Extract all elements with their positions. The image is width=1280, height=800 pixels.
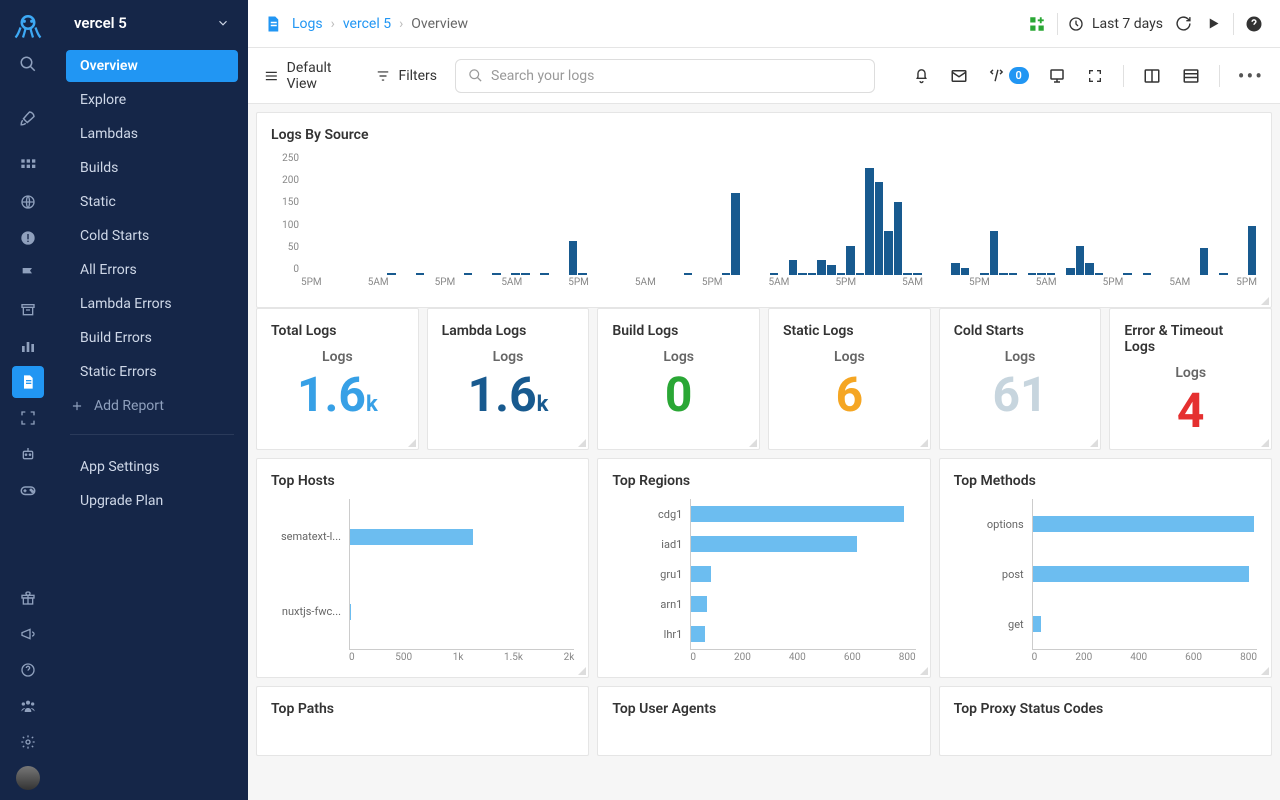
gift-icon[interactable] <box>12 582 44 614</box>
rocket-icon[interactable] <box>12 102 44 134</box>
search-icon[interactable] <box>12 48 44 80</box>
sidebar-item-build-errors[interactable]: Build Errors <box>66 322 238 354</box>
list-icon[interactable] <box>1181 65 1201 87</box>
kpi-build-logs: Build LogsLogs0 <box>597 308 760 450</box>
add-widget-icon[interactable] <box>1027 14 1047 34</box>
dashboard-content: Logs By Source 250200150100500 5PM5AM5PM… <box>248 104 1280 800</box>
alert-icon[interactable] <box>12 222 44 254</box>
fullscreen-icon[interactable] <box>12 402 44 434</box>
menu-icon <box>264 68 279 84</box>
globe-icon[interactable] <box>12 186 44 218</box>
flag-icon[interactable] <box>12 258 44 290</box>
topbar: Logs › vercel 5 › Overview Last 7 days <box>248 0 1280 48</box>
panel-top-user-agents: Top User Agents <box>597 686 930 756</box>
mail-icon[interactable] <box>949 65 969 87</box>
grid-icon[interactable] <box>12 150 44 182</box>
plus-icon <box>70 399 84 413</box>
sidebar-item-overview[interactable]: Overview <box>66 50 238 82</box>
refresh-icon[interactable] <box>1173 14 1193 34</box>
filter-icon <box>376 69 390 83</box>
more-icon[interactable]: ••• <box>1238 64 1264 88</box>
panel-top-regions: Top Regions cdg1iad1gru1arn1lhr102004006… <box>597 458 930 678</box>
crumb-project[interactable]: vercel 5 <box>343 16 391 32</box>
sidebar-item-lambda-errors[interactable]: Lambda Errors <box>66 288 238 320</box>
gear-icon[interactable] <box>12 726 44 758</box>
icon-sidebar <box>0 0 56 800</box>
panel-top-hosts: Top Hosts sematext-l...nuxtjs-fwc...0500… <box>256 458 589 678</box>
sidebar-item-explore[interactable]: Explore <box>66 84 238 116</box>
sidebar-item-static-errors[interactable]: Static Errors <box>66 356 238 388</box>
sidebar-item-upgrade-plan[interactable]: Upgrade Plan <box>66 485 238 517</box>
filters-button[interactable]: Filters <box>376 68 437 84</box>
anomaly-icon <box>988 67 1005 84</box>
expand-icon[interactable] <box>1085 65 1105 87</box>
project-name: vercel 5 <box>74 14 127 32</box>
archive-icon[interactable] <box>12 294 44 326</box>
sidebar-item-lambdas[interactable]: Lambdas <box>66 118 238 150</box>
clock-icon <box>1068 16 1084 32</box>
page-icon <box>264 15 282 33</box>
chart-icon[interactable] <box>12 330 44 362</box>
project-selector[interactable]: vercel 5 <box>56 0 248 46</box>
toolbar: Default View Filters 0 ••• <box>248 48 1280 104</box>
avatar[interactable] <box>16 766 40 790</box>
view-selector[interactable]: Default View <box>264 60 358 92</box>
kpi-cold-starts: Cold StartsLogs61 <box>939 308 1102 450</box>
time-range-selector[interactable]: Last 7 days <box>1068 16 1163 32</box>
kpi-total-logs: Total LogsLogs1.6k <box>256 308 419 450</box>
play-icon[interactable] <box>1203 14 1223 34</box>
gamepad-icon[interactable] <box>12 474 44 506</box>
kpi-static-logs: Static LogsLogs6 <box>768 308 931 450</box>
sidebar-item-cold-starts[interactable]: Cold Starts <box>66 220 238 252</box>
help-topbar-icon[interactable] <box>1244 14 1264 34</box>
crumb-logs[interactable]: Logs <box>292 16 323 32</box>
download-icon[interactable] <box>1047 65 1067 87</box>
breadcrumb: Logs › vercel 5 › Overview <box>292 16 468 32</box>
anomaly-button[interactable]: 0 <box>988 67 1029 84</box>
sidebar-item-static[interactable]: Static <box>66 186 238 218</box>
help-icon[interactable] <box>12 654 44 686</box>
app-logo[interactable] <box>13 10 43 40</box>
sidebar-item-all-errors[interactable]: All Errors <box>66 254 238 286</box>
team-icon[interactable] <box>12 690 44 722</box>
split-icon[interactable] <box>1142 65 1162 87</box>
sidebar: vercel 5 OverviewExploreLambdasBuildsSta… <box>56 0 248 800</box>
panel-top-proxy-status: Top Proxy Status Codes <box>939 686 1272 756</box>
bell-icon[interactable] <box>911 65 931 87</box>
panel-title: Logs By Source <box>271 127 1257 143</box>
sidebar-item-builds[interactable]: Builds <box>66 152 238 184</box>
robot-icon[interactable] <box>12 438 44 470</box>
add-report-button[interactable]: Add Report <box>56 390 248 422</box>
search-input[interactable] <box>455 59 875 93</box>
kpi-error-timeout-logs: Error & Timeout LogsLogs4 <box>1109 308 1272 450</box>
sidebar-item-app-settings[interactable]: App Settings <box>66 451 238 483</box>
main: Logs › vercel 5 › Overview Last 7 days D… <box>248 0 1280 800</box>
panel-top-paths: Top Paths <box>256 686 589 756</box>
search-field-icon <box>468 68 483 83</box>
megaphone-icon[interactable] <box>12 618 44 650</box>
logs-icon[interactable] <box>12 366 44 398</box>
panel-logs-by-source: Logs By Source 250200150100500 5PM5AM5PM… <box>256 112 1272 308</box>
kpi-lambda-logs: Lambda LogsLogs1.6k <box>427 308 590 450</box>
crumb-current: Overview <box>411 16 468 32</box>
chevron-down-icon <box>216 16 230 30</box>
panel-top-methods: Top Methods optionspostget0200400600800 <box>939 458 1272 678</box>
